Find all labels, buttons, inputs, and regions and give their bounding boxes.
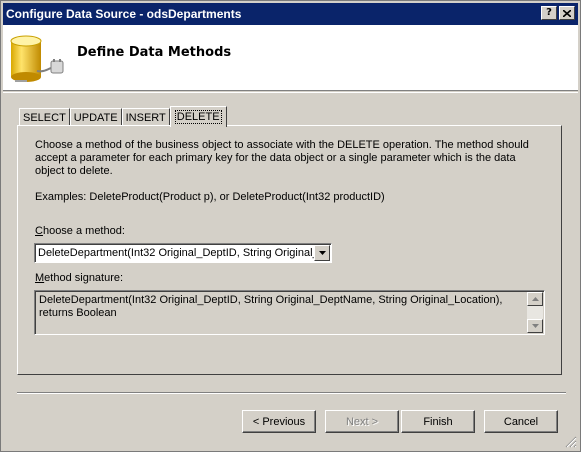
- label-text: ethod signature:: [44, 272, 124, 284]
- tab-strip: SELECT UPDATE INSERT DELETE: [19, 105, 227, 127]
- method-dropdown-value: DeleteDepartment(Int32 Original_DeptID, …: [38, 247, 314, 259]
- tab-select[interactable]: SELECT: [19, 108, 70, 126]
- next-button[interactable]: Next >: [325, 410, 399, 433]
- arrow-up-icon: [531, 297, 539, 301]
- scroll-up-button[interactable]: [527, 292, 543, 306]
- dialog-window: Configure Data Source - odsDepartments ?: [0, 0, 581, 452]
- page-title: Define Data Methods: [77, 45, 232, 60]
- method-signature-box[interactable]: DeleteDepartment(Int32 Original_DeptID, …: [34, 290, 545, 335]
- dropdown-arrow-button[interactable]: [314, 245, 330, 261]
- examples-text: Examples: DeleteProduct(Product p), or D…: [35, 191, 385, 203]
- cancel-button[interactable]: Cancel: [484, 410, 558, 433]
- title-bar[interactable]: Configure Data Source - odsDepartments ?: [3, 3, 578, 25]
- method-description: Choose a method of the business object t…: [35, 139, 529, 177]
- window-title: Configure Data Source - odsDepartments: [6, 7, 242, 21]
- previous-button[interactable]: < Previous: [242, 410, 316, 433]
- finish-button[interactable]: Finish: [401, 410, 475, 433]
- tab-label: UPDATE: [73, 111, 118, 124]
- resize-grip-icon[interactable]: [565, 436, 577, 448]
- arrow-down-icon: [531, 324, 539, 328]
- wizard-header: Define Data Methods: [3, 25, 578, 91]
- close-icon: [563, 9, 571, 17]
- access-key: C: [35, 225, 43, 237]
- tab-panel-delete: Choose a method of the business object t…: [17, 125, 562, 375]
- database-plug-icon: [10, 35, 64, 82]
- label-text: hoose a method:: [42, 225, 125, 237]
- help-button[interactable]: ?: [541, 6, 557, 20]
- chevron-down-icon: [318, 251, 326, 255]
- footer-divider: [17, 392, 566, 394]
- choose-method-label: Choose a method:: [35, 225, 125, 237]
- scroll-down-button[interactable]: [527, 319, 543, 333]
- access-key: M: [35, 272, 45, 284]
- tab-label: DELETE: [174, 110, 222, 124]
- title-buttons: ?: [541, 6, 575, 20]
- tab-insert[interactable]: INSERT: [121, 108, 170, 126]
- header-divider: [3, 92, 578, 93]
- method-signature-label: Method signature:: [35, 272, 123, 284]
- tab-label: SELECT: [23, 111, 66, 124]
- tab-update[interactable]: UPDATE: [69, 108, 122, 126]
- method-signature-text: DeleteDepartment(Int32 Original_DeptID, …: [39, 294, 503, 319]
- signature-scrollbar[interactable]: [527, 292, 543, 333]
- method-dropdown[interactable]: DeleteDepartment(Int32 Original_DeptID, …: [34, 243, 332, 263]
- tab-label: INSERT: [125, 111, 166, 124]
- close-button[interactable]: [559, 6, 575, 20]
- tab-delete[interactable]: DELETE: [169, 106, 227, 127]
